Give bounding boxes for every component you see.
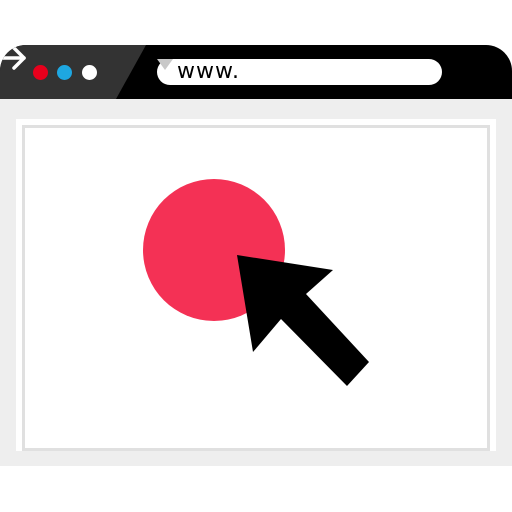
minimize-window-button[interactable] [57,65,72,80]
caret-down-icon[interactable] [157,59,173,70]
browser-window: www. [0,45,512,466]
arrow-right-icon[interactable] [0,45,28,71]
address-bar-text: www. [177,59,240,84]
page-illustration [143,179,369,386]
close-window-button[interactable] [33,65,48,80]
mouse-pointer-icon [237,255,369,386]
page-viewport [16,119,496,451]
title-bar: www. [0,45,512,99]
address-bar[interactable]: www. [157,59,442,85]
maximize-window-button[interactable] [82,65,97,80]
